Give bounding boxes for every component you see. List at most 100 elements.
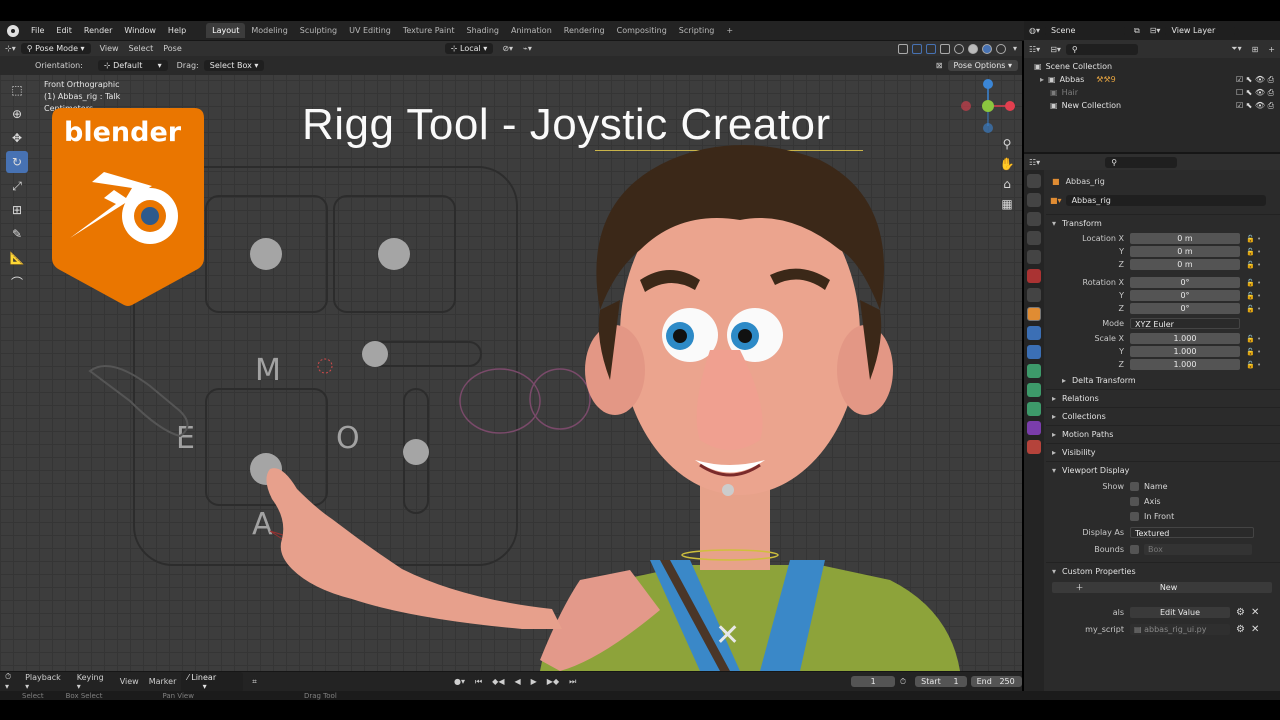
- add-workspace-icon[interactable]: +: [720, 23, 739, 38]
- new-collection-icon[interactable]: ⊞: [1247, 45, 1264, 54]
- scale-x-field[interactable]: 1.000: [1130, 333, 1240, 344]
- mode-select[interactable]: ⚲ Pose Mode ▾: [20, 43, 91, 54]
- scale-tool-icon[interactable]: ⤢: [6, 175, 28, 197]
- lock-icon[interactable]: 🔓 •: [1246, 348, 1261, 356]
- end-frame-field[interactable]: End 250: [970, 676, 1023, 687]
- rotation-y-field[interactable]: 0°: [1130, 290, 1240, 301]
- character-abbas[interactable]: ✕: [540, 140, 960, 671]
- material-shading-icon[interactable]: [981, 43, 992, 54]
- scene-icon[interactable]: ◍▾: [1024, 26, 1045, 35]
- name-checkbox[interactable]: [1130, 482, 1139, 491]
- wireframe-shading-icon[interactable]: [953, 43, 964, 54]
- cursor-tool-icon[interactable]: ⊕: [6, 103, 28, 125]
- start-frame-field[interactable]: Start 1: [915, 676, 967, 687]
- panel-relations[interactable]: ▸ Relations: [1046, 389, 1280, 407]
- tab-rendering[interactable]: Rendering: [558, 23, 611, 38]
- lock-icon[interactable]: 🔓 •: [1246, 361, 1261, 369]
- solid-shading-icon[interactable]: [967, 43, 978, 54]
- list-item[interactable]: ▣ New Collection ☑ ⬉ 👁 ⎙: [1024, 99, 1280, 112]
- play-reverse-icon[interactable]: ◀: [509, 677, 525, 686]
- panel-collections[interactable]: ▸ Collections: [1046, 407, 1280, 425]
- xray-icon[interactable]: [939, 43, 950, 54]
- scene-select[interactable]: Scene: [1045, 25, 1125, 36]
- location-z-field[interactable]: 0 m: [1130, 259, 1240, 270]
- outliner-editor-icon[interactable]: ☷▾: [1024, 45, 1045, 54]
- auto-keying-icon[interactable]: ⌗: [247, 677, 262, 687]
- menu-playback[interactable]: Playback ▾: [20, 673, 72, 691]
- row-toggles[interactable]: ☑ ⬉ 👁 ⎙: [1236, 101, 1280, 111]
- rendered-shading-icon[interactable]: [995, 43, 1006, 54]
- menu-render[interactable]: Render: [78, 26, 118, 35]
- scale-z-field[interactable]: 1.000: [1130, 359, 1240, 370]
- particles-tab-icon[interactable]: [1027, 345, 1041, 359]
- display-as-select[interactable]: Textured: [1130, 527, 1254, 538]
- axis-checkbox[interactable]: [1130, 497, 1139, 506]
- properties-editor-icon[interactable]: ☷▾: [1024, 158, 1045, 167]
- measure-tool-icon[interactable]: 📐: [6, 247, 28, 269]
- pan-hand-icon[interactable]: ✋: [998, 157, 1016, 175]
- constraints-tab-icon[interactable]: [1027, 383, 1041, 397]
- modifiers-tab-icon[interactable]: [1027, 326, 1041, 340]
- overlay-icon[interactable]: [925, 43, 936, 54]
- tab-compositing[interactable]: Compositing: [611, 23, 673, 38]
- select-tool-icon[interactable]: ⬚: [6, 79, 28, 101]
- rotation-z-field[interactable]: 0°: [1130, 303, 1240, 314]
- menu-timeline-view[interactable]: View: [115, 677, 144, 686]
- script-field[interactable]: ▤ abbas_rig_ui.py: [1130, 624, 1230, 635]
- menu-select[interactable]: Select: [124, 44, 159, 53]
- lock-icon[interactable]: 🔓 •: [1246, 261, 1261, 269]
- pose-options-button[interactable]: Pose Options ▾: [947, 60, 1018, 71]
- gear-icon[interactable]: ⚙: [1236, 607, 1245, 618]
- tab-uv-editing[interactable]: UV Editing: [343, 23, 397, 38]
- tab-animation[interactable]: Animation: [505, 23, 558, 38]
- panel-delta-transform[interactable]: ▸ Delta Transform: [1046, 371, 1280, 389]
- timeline-editor-icon[interactable]: ⏱▾: [0, 672, 20, 691]
- zoom-icon[interactable]: ⚲: [998, 137, 1016, 155]
- ortho-grid-icon[interactable]: ▦: [998, 197, 1016, 215]
- eye-left-knob[interactable]: [250, 238, 282, 270]
- data-name-field[interactable]: Abbas_rig: [1065, 194, 1266, 206]
- expand-icon[interactable]: ▸: [1040, 75, 1044, 84]
- menu-edit[interactable]: Edit: [50, 26, 78, 35]
- menu-view[interactable]: View: [95, 44, 124, 53]
- tab-shading[interactable]: Shading: [460, 23, 505, 38]
- play-icon[interactable]: ▶: [526, 677, 542, 686]
- annotate-tool-icon[interactable]: ✎: [6, 223, 28, 245]
- next-key-icon[interactable]: ▶◆: [542, 677, 564, 686]
- bone-tab-icon[interactable]: [1027, 421, 1041, 435]
- bounds-checkbox[interactable]: [1130, 545, 1139, 554]
- row-toggles[interactable]: ☑ ⬉ 👁 ⎙: [1236, 75, 1280, 85]
- texture-tab-icon[interactable]: [1027, 440, 1041, 454]
- outliner-search[interactable]: ⚲: [1065, 43, 1138, 55]
- data-type-icon[interactable]: ■▾: [1050, 196, 1062, 205]
- physics-tab-icon[interactable]: [1027, 364, 1041, 378]
- output-tab-icon[interactable]: [1027, 212, 1041, 226]
- view-layer-icon[interactable]: ⊟▾: [1145, 26, 1166, 35]
- list-item[interactable]: ▣ Scene Collection: [1024, 60, 1280, 73]
- lock-icon[interactable]: 🔓 •: [1246, 335, 1261, 343]
- editor-type-icon[interactable]: ⊹▾: [0, 44, 21, 53]
- relax-tool-icon[interactable]: ⌒: [6, 271, 28, 293]
- in-front-checkbox[interactable]: [1130, 512, 1139, 521]
- location-x-field[interactable]: 0 m: [1130, 233, 1240, 244]
- panel-visibility[interactable]: ▸ Visibility: [1046, 443, 1280, 461]
- properties-search[interactable]: ⚲: [1105, 156, 1178, 168]
- drag-select[interactable]: Select Box ▾: [203, 60, 265, 71]
- row-toggles[interactable]: ☐ ⬉ 👁 ⎙: [1236, 88, 1280, 98]
- record-icon[interactable]: ●▾: [449, 677, 470, 686]
- tab-scripting[interactable]: Scripting: [673, 23, 721, 38]
- gear-icon[interactable]: ⚙: [1236, 624, 1245, 635]
- tab-modeling[interactable]: Modeling: [245, 23, 293, 38]
- collection-tab-icon[interactable]: [1027, 288, 1041, 302]
- transform-space-select[interactable]: ⊹ Local ▾: [444, 43, 494, 54]
- visibility-icon[interactable]: [897, 43, 908, 54]
- menu-help[interactable]: Help: [162, 26, 192, 35]
- lock-icon[interactable]: 🔓 •: [1246, 279, 1261, 287]
- pivot-icon[interactable]: ⊘▾: [497, 44, 518, 53]
- scale-y-field[interactable]: 1.000: [1130, 346, 1240, 357]
- interpolation-select[interactable]: ⁄ Linear ▾: [181, 671, 244, 692]
- preview-range-icon[interactable]: ⏱: [895, 677, 911, 687]
- panel-custom-properties[interactable]: ▾ Custom Properties: [1046, 562, 1280, 580]
- menu-keying[interactable]: Keying ▾: [72, 673, 115, 691]
- rotate-tool-icon[interactable]: ↻: [6, 151, 28, 173]
